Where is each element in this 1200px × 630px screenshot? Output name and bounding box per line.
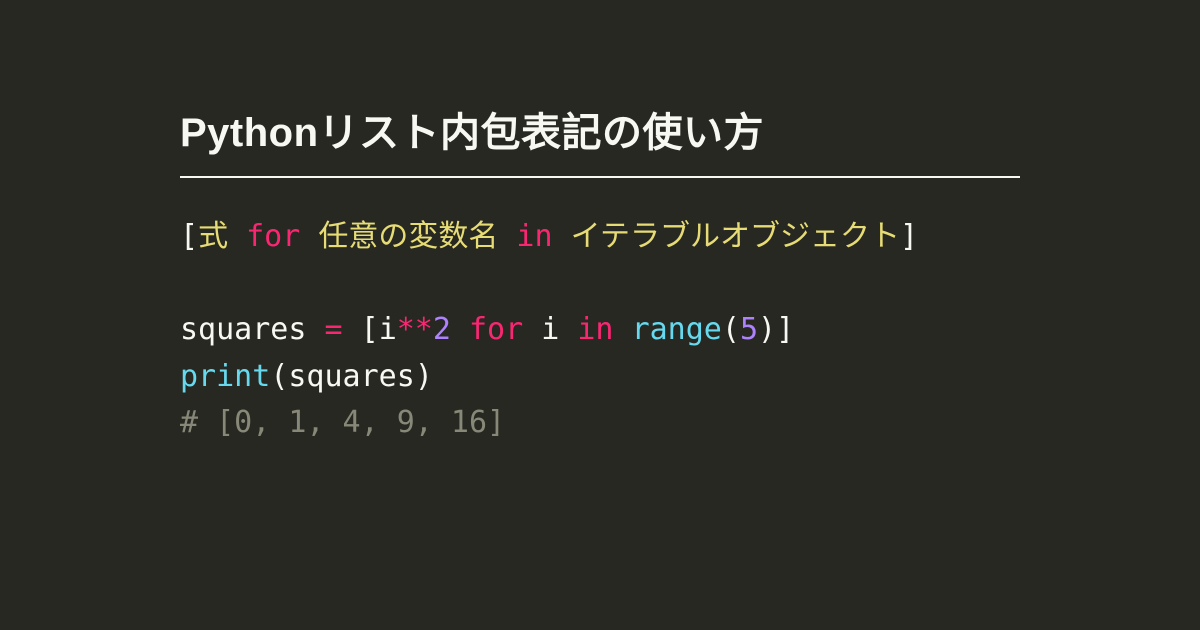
in-keyword: in: [559, 312, 631, 347]
syntax-var: 任意の変数名: [318, 219, 498, 254]
example-line-2: print(squares): [180, 359, 433, 394]
assign-op: =: [325, 312, 361, 347]
range-fn: range: [632, 312, 722, 347]
arg-squares: squares: [288, 359, 414, 394]
paren-open: (: [270, 359, 288, 394]
example-line-1: squares = [i**2 for i in range(5)]: [180, 312, 794, 347]
bracket-open: [: [361, 312, 379, 347]
in-keyword: in: [498, 219, 570, 254]
comment-output: # [0, 1, 4, 9, 16]: [180, 405, 505, 440]
var-i: i: [379, 312, 397, 347]
bracket-close: ]: [776, 312, 794, 347]
code-block: [式 for 任意の変数名 in イテラブルオブジェクト] squares = …: [180, 214, 1020, 447]
syntax-iter: イテラブルオブジェクト: [571, 219, 900, 254]
slide-content: Pythonリスト内包表記の使い方 [式 for 任意の変数名 in イテラブル…: [0, 0, 1200, 447]
literal-2: 2: [433, 312, 451, 347]
print-fn: print: [180, 359, 270, 394]
bracket-close: ]: [900, 219, 918, 254]
var-squares: squares: [180, 312, 325, 347]
bracket-open: [: [180, 219, 198, 254]
literal-5: 5: [740, 312, 758, 347]
paren-open: (: [722, 312, 740, 347]
paren-close: ): [415, 359, 433, 394]
power-op: **: [397, 312, 433, 347]
for-keyword: for: [228, 219, 318, 254]
syntax-expr: 式: [198, 219, 228, 254]
syntax-line: [式 for 任意の変数名 in イテラブルオブジェクト]: [180, 219, 918, 254]
title-divider: [180, 176, 1020, 178]
paren-close: ): [758, 312, 776, 347]
var-i: i: [541, 312, 559, 347]
page-title: Pythonリスト内包表記の使い方: [180, 100, 1020, 158]
for-keyword: for: [451, 312, 541, 347]
